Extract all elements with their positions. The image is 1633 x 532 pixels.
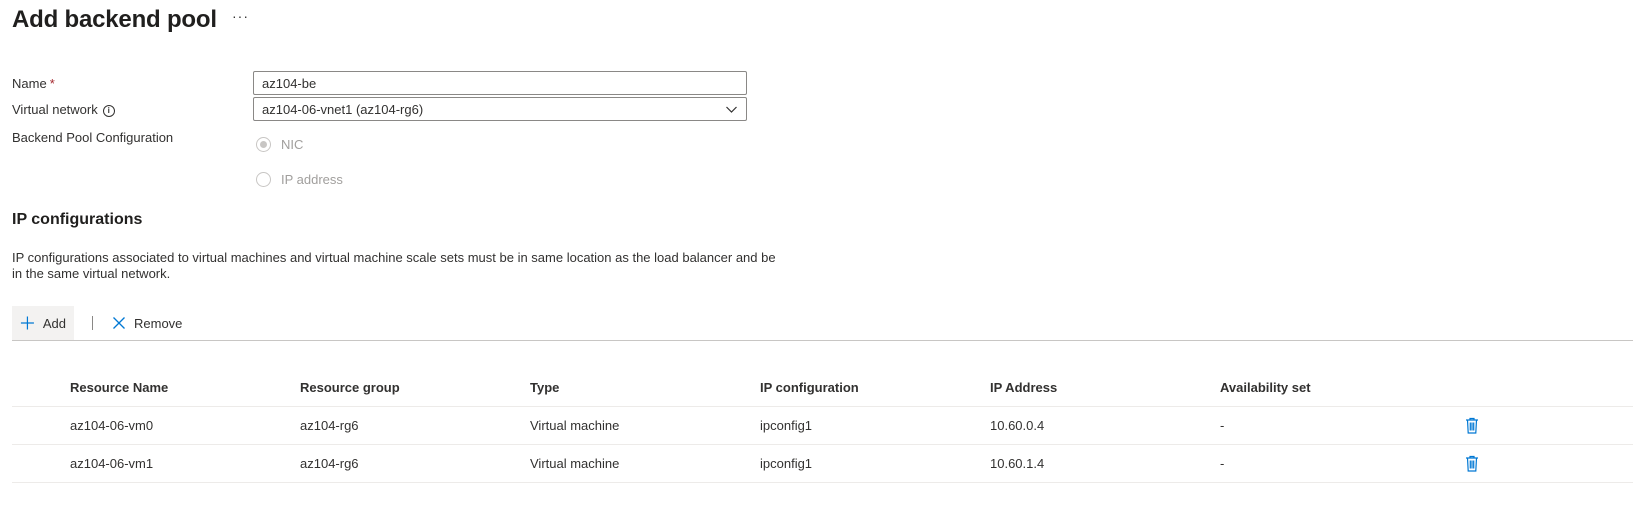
column-header-resource-name[interactable]: Resource Name: [70, 368, 300, 407]
cell-availability-set: -: [1220, 444, 1465, 483]
info-icon[interactable]: i: [102, 105, 115, 117]
radio-ip-address-label: IP address: [281, 172, 343, 187]
radio-nic[interactable]: NIC: [256, 137, 303, 152]
toolbar-divider: [92, 316, 93, 330]
row-spacer: [12, 444, 70, 483]
add-button-label: Add: [42, 315, 66, 331]
remove-button-label: Remove: [134, 315, 183, 331]
cell-actions: [1465, 406, 1633, 445]
close-icon: [113, 317, 125, 329]
add-button[interactable]: Add: [12, 306, 74, 340]
cell-resource-name: az104-06-vm0: [70, 406, 300, 445]
cell-ip-address: 10.60.0.4: [990, 406, 1220, 445]
cell-actions: [1465, 444, 1633, 483]
column-spacer: [12, 368, 70, 407]
vnet-label-text: Virtual network: [12, 102, 98, 117]
name-label: Name *: [12, 76, 55, 91]
column-header-type[interactable]: Type: [530, 368, 760, 407]
vnet-dropdown[interactable]: az104-06-vnet1 (az104-rg6): [253, 97, 747, 121]
page-title: Add backend pool: [12, 6, 217, 33]
cell-type: Virtual machine: [530, 406, 760, 445]
ip-configurations-heading: IP configurations: [12, 211, 143, 228]
column-header-availability-set[interactable]: Availability set: [1220, 368, 1465, 407]
ip-configurations-table: Resource Name Resource group Type IP con…: [12, 368, 1633, 483]
column-header-ip-configuration[interactable]: IP configuration: [760, 368, 990, 407]
radio-nic-indicator[interactable]: [256, 137, 271, 152]
cell-ip-address: 10.60.1.4: [990, 444, 1220, 483]
plus-icon: [20, 316, 34, 330]
ip-configurations-description: IP configurations associated to virtual …: [12, 250, 776, 281]
table-row: az104-06-vm1 az104-rg6 Virtual machine i…: [12, 444, 1633, 483]
cell-resource-group: az104-rg6: [300, 406, 530, 445]
column-header-resource-group[interactable]: Resource group: [300, 368, 530, 407]
vnet-label: Virtual network i: [12, 102, 115, 117]
trash-icon[interactable]: [1465, 417, 1479, 437]
cell-ip-configuration: ipconfig1: [760, 444, 990, 483]
cell-availability-set: -: [1220, 406, 1465, 445]
cell-type: Virtual machine: [530, 444, 760, 483]
name-input[interactable]: [253, 71, 747, 95]
page: Add backend pool ··· Name* Virtual netwo…: [0, 0, 1633, 532]
column-header-actions: [1465, 368, 1633, 407]
cell-resource-name: az104-06-vm1: [70, 444, 300, 483]
cell-ip-configuration: ipconfig1: [760, 406, 990, 445]
radio-nic-label: NIC: [281, 137, 304, 152]
required-marker: *: [49, 76, 55, 91]
radio-ip-address-indicator[interactable]: [256, 172, 271, 187]
name-label-text: Name: [12, 76, 47, 91]
toolbar: Add Remove: [12, 306, 190, 340]
cell-resource-group: az104-rg6: [300, 444, 530, 483]
row-spacer: [12, 406, 70, 445]
toolbar-divider-line: [12, 340, 1633, 341]
table-row: az104-06-vm0 az104-rg6 Virtual machine i…: [12, 406, 1633, 445]
vnet-dropdown-value: az104-06-vnet1 (az104-rg6): [262, 102, 424, 117]
remove-button[interactable]: Remove: [112, 306, 190, 340]
more-actions-button[interactable]: ···: [232, 8, 249, 24]
table-header-row: Resource Name Resource group Type IP con…: [12, 368, 1633, 407]
trash-icon[interactable]: [1465, 455, 1479, 475]
chevron-down-icon: [725, 103, 738, 121]
backend-config-label: Backend Pool Configuration: [12, 130, 174, 145]
radio-ip-address[interactable]: IP address: [256, 172, 343, 187]
column-header-ip-address[interactable]: IP Address: [990, 368, 1220, 407]
